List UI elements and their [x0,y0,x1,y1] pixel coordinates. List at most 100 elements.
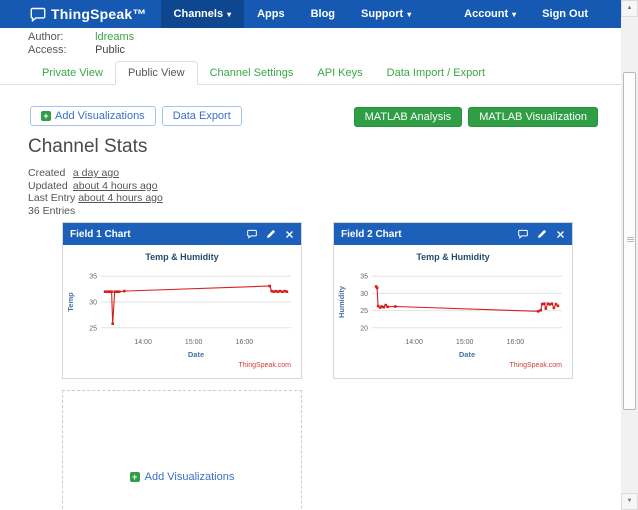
thingspeak-brand-link[interactable]: ThingSpeak™ [30,0,147,28]
plus-icon: + [129,472,140,482]
tab-api-keys[interactable]: API Keys [305,62,374,84]
svg-text:ThingSpeak.com: ThingSpeak.com [238,362,291,369]
stat-value[interactable]: about 4 hours ago [78,192,163,204]
matlab-visualization-button[interactable]: MATLAB Visualization [468,107,598,127]
card-header-actions [247,229,294,239]
card-title: Field 2 Chart [341,228,402,240]
top-navbar: ThingSpeak™ Channels ▾ Apps Blog Support… [0,0,621,28]
add-visualizations-link[interactable]: + Add Visualizations [129,471,235,483]
svg-text:14:00: 14:00 [134,339,152,346]
nav-item-account[interactable]: Account ▾ [451,0,529,28]
nav-item-label: Apps [257,8,285,20]
plus-icon: + [41,111,51,121]
edit-icon[interactable] [537,229,547,239]
thingspeak-logo-icon [30,7,46,22]
tab-data-import-export[interactable]: Data Import / Export [375,62,497,84]
author-row: Author: ldreams [28,31,134,44]
card-title: Field 1 Chart [70,228,131,240]
svg-text:Temp & Humidity: Temp & Humidity [145,252,218,262]
stat-label: Created [28,167,66,179]
svg-text:30: 30 [89,300,97,307]
author-label: Author: [28,31,64,43]
svg-text:25: 25 [360,308,368,315]
tab-channel-settings[interactable]: Channel Settings [198,62,306,84]
chart-card-deck: Field 1 Chart Temp & Humidity 25 30 35 14:00… [62,222,573,379]
access-value: Public [95,44,126,56]
svg-text:30: 30 [360,291,368,298]
stat-value[interactable]: about 4 hours ago [73,180,158,192]
svg-text:ThingSpeak.com: ThingSpeak.com [509,362,562,369]
card-body: Temp & Humidity 25 30 35 14:00 15:00 16:00 Temp… [63,245,301,378]
close-icon[interactable] [285,230,294,239]
tab-public-view[interactable]: Public View [114,61,198,85]
nav-item-label: Channels [173,8,224,20]
svg-text:16:00: 16:00 [507,339,525,346]
toolbar-left: + Add Visualizations Data Export [30,106,242,126]
page-title: Channel Stats [28,136,148,157]
card-body: Temp & Humidity 20 25 30 35 14:00 15:00 16:00 Hu… [334,245,572,378]
svg-text:Humidity: Humidity [337,285,346,318]
scrollbar-down-arrow-icon[interactable]: ▼ [621,493,638,510]
stat-label: Updated [28,179,68,192]
stat-row-created: Created a day ago [28,167,163,180]
sign-out-link[interactable]: Sign Out [529,0,601,28]
svg-text:25: 25 [89,325,97,332]
channel-stats: Channel Stats Created a day ago Updated … [28,136,163,217]
svg-text:15:00: 15:00 [456,339,474,346]
data-export-button[interactable]: Data Export [161,106,242,126]
scrollbar-up-arrow-icon[interactable]: ▲ [621,0,638,17]
access-row: Access: Public [28,44,134,57]
entries-count: 36 Entries [28,204,76,217]
svg-text:Temp & Humidity: Temp & Humidity [416,252,489,262]
brand-title: ThingSpeak™ [51,6,147,22]
nav-item-label: Sign Out [542,8,588,20]
thingspeak-channel-page: ThingSpeak™ Channels ▾ Apps Blog Support… [0,0,638,510]
stat-row-updated: Updated about 4 hours ago [28,180,163,193]
nav-item-channels[interactable]: Channels ▾ [160,0,245,28]
svg-text:16:00: 16:00 [236,339,254,346]
field1-chart-card: Field 1 Chart Temp & Humidity 25 30 35 14:00… [62,222,302,379]
tab-private-view[interactable]: Private View [30,62,115,84]
edit-icon[interactable] [266,229,276,239]
caret-down-icon: ▾ [407,10,412,19]
nav-item-apps[interactable]: Apps [244,0,298,28]
nav-item-label: Blog [310,8,336,20]
stat-row-last-entry: Last Entry about 4 hours ago [28,192,163,205]
caret-down-icon: ▾ [227,10,232,19]
nav-menu: Channels ▾ Apps Blog Support ▾ [160,0,425,28]
nav-right-menu: Account ▾ Sign Out [451,0,601,28]
comment-icon[interactable] [247,229,257,239]
nav-item-label: Support [361,8,404,20]
stat-label: Last Entry [28,192,76,204]
author-link[interactable]: ldreams [95,31,134,43]
svg-text:Date: Date [188,350,204,359]
card-header: Field 2 Chart [334,223,572,245]
channel-tabbar: Private View Public View Channel Setting… [0,59,621,85]
toolbar-right: MATLAB Analysis MATLAB Visualization [353,107,598,127]
svg-text:15:00: 15:00 [185,339,203,346]
stat-value[interactable]: a day ago [73,167,119,179]
access-label: Access: [28,44,67,56]
scrollbar-thumb[interactable] [623,72,636,410]
card-header: Field 1 Chart [63,223,301,245]
caret-down-icon: ▾ [512,10,517,19]
svg-text:Date: Date [459,350,475,359]
add-visualizations-card-label: Add Visualizations [144,471,235,483]
matlab-analysis-button[interactable]: MATLAB Analysis [353,107,463,127]
nav-item-blog[interactable]: Blog [298,0,348,28]
svg-text:14:00: 14:00 [405,339,423,346]
nav-item-support[interactable]: Support ▾ [348,0,424,28]
channel-meta: Author: ldreams Access: Public [28,31,134,57]
svg-text:35: 35 [89,274,97,281]
vertical-scrollbar[interactable]: ▲ ▼ [621,0,638,510]
field2-chart: Temp & Humidity 20 25 30 35 14:00 15:00 16:00 Hu… [337,252,562,369]
field1-chart: Temp & Humidity 25 30 35 14:00 15:00 16:00 Temp… [66,252,291,369]
add-visualizations-button[interactable]: + Add Visualizations [30,106,156,126]
add-visualizations-card: + Add Visualizations [62,390,302,510]
card-header-actions [518,229,565,239]
nav-item-label: Account [464,8,509,20]
svg-text:35: 35 [360,274,368,281]
comment-icon[interactable] [518,229,528,239]
svg-text:Temp: Temp [66,292,75,312]
close-icon[interactable] [556,230,565,239]
